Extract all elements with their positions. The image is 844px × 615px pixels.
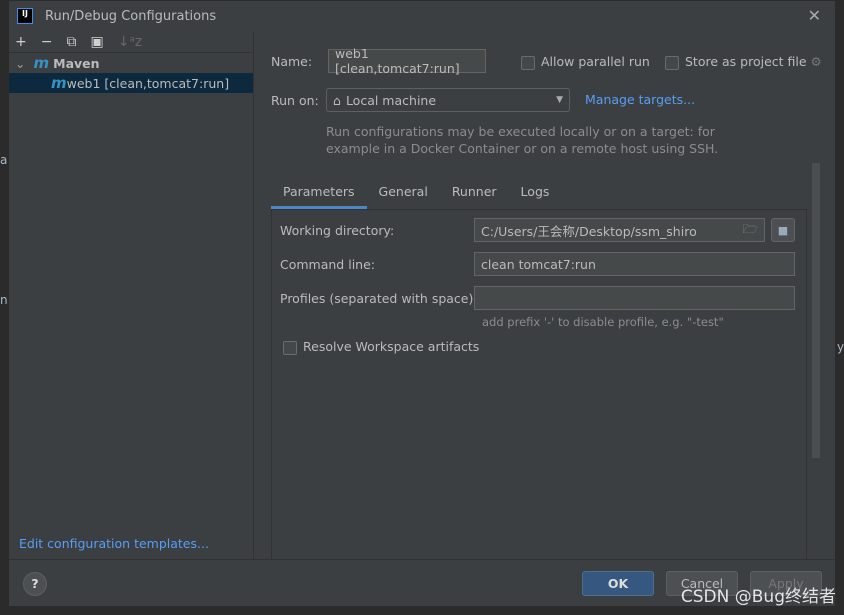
edit-templates-link[interactable]: Edit configuration templates... [19,536,209,551]
run-on-value: Local machine [345,92,437,108]
group-label: Maven [53,55,100,71]
config-form: Name: web1 [clean,tomcat7:run] Allow par… [255,31,835,561]
name-input[interactable]: web1 [clean,tomcat7:run] [328,46,486,76]
tab-logs[interactable]: Logs [509,181,562,209]
gear-icon[interactable]: ⚙ [811,54,822,69]
checkbox[interactable] [283,340,297,355]
tree-item-web1[interactable]: m web1 [clean,tomcat7:run] [9,73,253,93]
copy-icon[interactable]: ⧉ [66,34,76,50]
profiles-input[interactable] [474,286,795,310]
tab-bar: Parameters General Runner Logs [271,181,561,209]
checkbox[interactable] [665,55,679,70]
manage-targets-link[interactable]: Manage targets... [585,92,695,107]
remove-icon[interactable]: − [41,34,53,50]
working-dir-value: C:/Users/王会称/Desktop/ssm_shiro [481,223,697,239]
browse-module-button[interactable]: ■ [771,218,795,242]
chevron-down-icon[interactable]: ⌄ [15,56,25,71]
tree-toolbar: + − ⧉ ▣ ↓ᵃz [9,31,253,53]
title-bar: IJ Run/Debug Configurations ✕ [9,1,835,31]
module-folder-icon: ■ [777,223,789,237]
sort-icon[interactable]: ↓ᵃz [118,34,143,50]
tab-general[interactable]: General [367,181,440,209]
resolve-workspace-checkbox[interactable]: Resolve Workspace artifacts [283,339,479,355]
resolve-workspace-label: Resolve Workspace artifacts [303,339,480,354]
store-project-checkbox[interactable]: Store as project file ⚙ [665,54,822,70]
allow-parallel-checkbox[interactable]: Allow parallel run [521,54,650,70]
profiles-hint: add prefix '-' to disable profile, e.g. … [482,315,724,329]
scrollbar[interactable] [812,163,820,458]
add-icon[interactable]: + [15,34,27,50]
new-folder-icon[interactable]: ▣ [90,34,103,50]
profiles-label: Profiles (separated with space): [280,291,478,306]
help-button[interactable]: ? [23,572,47,596]
close-icon[interactable]: ✕ [808,6,821,25]
run-debug-dialog: IJ Run/Debug Configurations ✕ + − ⧉ ▣ ↓ᵃ… [8,0,836,607]
tab-runner[interactable]: Runner [440,181,509,209]
tree-item-label: web1 [clean,tomcat7:run] [66,75,230,91]
working-dir-label: Working directory: [280,223,395,238]
ok-button[interactable]: OK [582,571,654,596]
parameters-panel: Working directory: C:/Users/王会称/Desktop/… [271,209,807,561]
checkbox[interactable] [521,55,535,70]
tree-group-maven[interactable]: ⌄ m Maven [9,53,253,73]
dialog-title: Run/Debug Configurations [45,8,217,24]
store-project-label: Store as project file [685,54,807,69]
run-on-hint-line2: example in a Docker Container or on a re… [326,141,719,156]
name-label: Name: [271,54,313,69]
intellij-logo-icon: IJ [17,8,33,24]
working-dir-input[interactable]: C:/Users/王会称/Desktop/ssm_shiro 🗁 [474,218,765,242]
command-line-label: Command line: [280,257,375,272]
run-on-hint-line1: Run configurations may be executed local… [326,124,715,139]
background-text: y [837,340,844,354]
config-tree-panel: + − ⧉ ▣ ↓ᵃz ⌄ m Maven m web1 [clean,tomc… [9,31,254,561]
command-line-input[interactable]: clean tomcat7:run [474,252,795,276]
tab-parameters[interactable]: Parameters [271,181,367,209]
run-on-label: Run on: [271,93,319,108]
allow-parallel-label: Allow parallel run [541,54,650,69]
folder-open-icon[interactable]: 🗁 [742,220,758,241]
maven-icon: m [51,74,67,92]
dropdown-arrow-icon: ▼ [556,95,563,105]
maven-icon: m [33,54,50,72]
home-icon: ⌂ [333,92,341,108]
run-on-dropdown[interactable]: ⌂ Local machine ▼ [326,88,570,112]
watermark: CSDN @Bug终结者 [680,587,836,607]
